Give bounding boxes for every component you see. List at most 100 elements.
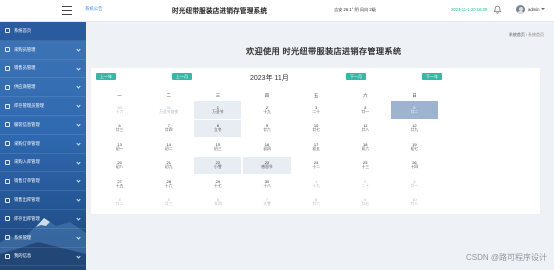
chevron-down-icon [76, 84, 81, 90]
calendar-day-cell[interactable]: 30 十六 [96, 101, 144, 119]
calendar-day-cell[interactable]: 21 初九 [145, 156, 193, 174]
calendar-day-cell[interactable]: 25 十三 [341, 156, 389, 174]
menu-item-icon [5, 65, 10, 71]
calendar-day-cell[interactable]: 6 廿三 [96, 119, 144, 137]
system-notice-link[interactable]: 系统公告 [85, 6, 103, 12]
sidebar-item-12[interactable]: 我的信息 [0, 248, 86, 267]
calendar-day-cell[interactable]: 1 十九 [292, 175, 340, 193]
calendar-day-cell[interactable]: 20 初八 [96, 156, 144, 174]
lunar-date-label: 二十 [361, 183, 370, 188]
calendar-day-cell[interactable]: 27 十五 [96, 175, 144, 193]
calendar-day-cell[interactable]: 28 十六 [145, 175, 193, 193]
calendar-day-cell[interactable]: 9 廿七 [341, 193, 389, 211]
lunar-date-label: 感恩节 [261, 165, 273, 170]
lunar-date-label: 十五 [115, 183, 124, 188]
sidebar-item-label: 销售订单管理 [14, 178, 40, 184]
calendar-day-cell[interactable]: 16 初四 [243, 138, 291, 156]
sidebar-item-7[interactable]: 采购入库管理 [0, 154, 86, 173]
calendar-day-cell[interactable]: 17 初五 [292, 138, 340, 156]
menu-item-icon [5, 47, 10, 53]
lunar-date-label: 大雪 [263, 202, 271, 207]
prev-month-button[interactable]: 上一月 [172, 73, 192, 80]
datetime-display: 2023-11-1 20:18:29 [451, 6, 488, 12]
menu-item-icon [5, 197, 10, 203]
breadcrumb-home-link[interactable]: 系统首页 [509, 32, 525, 37]
calendar-grid: 一二三四五六日 30 十六 31 万圣节前夜 1 万圣节 2 十九 3 二十 4 廿一 5 廿二 6 廿三 7 廿… [94, 90, 440, 212]
sidebar-item-label: 采购订单管理 [14, 140, 40, 146]
calendar-day-cell[interactable]: 18 初六 [341, 138, 389, 156]
top-bar: 系统公告 时光纽带服装店进销存管理系统 吉安 26.1° 阴 风向 2级 202… [0, 0, 554, 22]
prev-year-button[interactable]: 上一年 [96, 73, 116, 80]
calendar-day-cell[interactable]: 8 立冬 [194, 119, 242, 137]
calendar-day-cell[interactable]: 5 廿二 [390, 101, 438, 119]
calendar-day-cell[interactable]: 1 万圣节 [194, 101, 242, 119]
sidebar-item-1[interactable]: 采购员管理 [0, 41, 86, 60]
calendar-day-cell[interactable]: 11 廿八 [341, 119, 389, 137]
calendar-day-cell[interactable]: 14 初二 [145, 138, 193, 156]
calendar-day-cell[interactable]: 4 廿二 [96, 193, 144, 211]
lunar-date-label: 廿二 [115, 202, 124, 207]
next-year-button[interactable]: 下一年 [422, 73, 442, 80]
sidebar-item-11[interactable]: 系统管理 [0, 229, 86, 248]
calendar-day-cell[interactable]: 5 廿三 [145, 193, 193, 211]
user-dropdown-caret-icon[interactable] [541, 8, 545, 10]
calendar-day-cell[interactable]: 8 廿六 [292, 193, 340, 211]
calendar-day-cell[interactable]: 7 大雪 [243, 193, 291, 211]
sidebar-item-6[interactable]: 采购订单管理 [0, 135, 86, 154]
calendar-day-cell[interactable]: 4 廿一 [341, 101, 389, 119]
lunar-date-label: 廿六 [263, 128, 271, 133]
chevron-down-icon [76, 103, 81, 108]
username-label[interactable]: admin [528, 7, 539, 12]
lunar-date-label: 廿六 [312, 202, 320, 207]
sidebar-item-5[interactable]: 服装信息管理 [0, 116, 86, 135]
sidebar-item-label: 采购员管理 [14, 46, 36, 52]
calendar-day-cell[interactable]: 13 初一 [96, 138, 144, 156]
sidebar-item-0[interactable]: 系统首页 [0, 22, 86, 41]
sidebar-item-label: 销售出库管理 [14, 197, 40, 203]
sidebar-item-4[interactable]: 库存管理员管理 [0, 97, 86, 116]
calendar-day-cell[interactable]: 23 感恩节 [243, 156, 291, 174]
calendar-day-cell[interactable]: 6 廿四 [194, 193, 242, 211]
sidebar-item-10[interactable]: 库存出库管理 [0, 210, 86, 229]
menu-toggle-icon[interactable] [62, 6, 72, 15]
lunar-date-label: 万圣节 [212, 109, 224, 114]
calendar-week-row: 13 初一 14 初二 15 初三 16 初四 17 初五 18 初六 19 初七 [96, 138, 438, 156]
calendar-day-cell[interactable]: 9 廿六 [243, 119, 291, 137]
calendar-day-cell[interactable]: 22 小雪 [194, 156, 242, 174]
calendar-day-cell[interactable]: 26 十四 [390, 156, 438, 174]
sidebar-item-label: 库存出库管理 [14, 215, 40, 221]
lunar-date-label: 廿七 [312, 128, 320, 133]
calendar-day-cell[interactable]: 3 二十 [292, 101, 340, 119]
breadcrumb: 系统首页/系统首页 [509, 32, 544, 38]
lunar-date-label: 初六 [361, 146, 370, 151]
weather-info: 吉安 26.1° 阴 风向 2级 [334, 6, 376, 12]
calendar-day-cell[interactable]: 12 廿九 [390, 119, 438, 137]
calendar-day-cell[interactable]: 19 初七 [390, 138, 438, 156]
calendar-day-cell[interactable]: 2 十九 [243, 101, 291, 119]
calendar-day-cell[interactable]: 24 十二 [292, 156, 340, 174]
lunar-date-label: 初七 [410, 146, 419, 151]
calendar-day-cell[interactable]: 15 初三 [194, 138, 242, 156]
lunar-date-label: 廿八 [410, 202, 419, 207]
lunar-date-label: 初二 [164, 146, 173, 151]
calendar-day-cell[interactable]: 7 廿四 [145, 119, 193, 137]
calendar-day-cell[interactable]: 3 廿一 [390, 175, 438, 193]
sidebar-item-8[interactable]: 销售订单管理 [0, 172, 86, 192]
lunar-date-label: 十四 [410, 165, 419, 170]
sidebar-item-3[interactable]: 供应商管理 [0, 78, 86, 98]
calendar-day-cell[interactable]: 30 十八 [243, 175, 291, 193]
chevron-down-icon [76, 197, 81, 202]
calendar-day-cell[interactable]: 10 廿七 [292, 119, 340, 137]
calendar-day-cell[interactable]: 31 万圣节前夜 [145, 101, 193, 119]
calendar-day-cell[interactable]: 29 十七 [194, 175, 242, 193]
calendar-day-cell[interactable]: 2 二十 [341, 175, 389, 193]
user-avatar[interactable] [516, 5, 525, 14]
sidebar-item-9[interactable]: 销售出库管理 [0, 191, 86, 210]
next-month-button[interactable]: 下一月 [346, 73, 366, 80]
calendar-day-cell[interactable]: 10 廿八 [390, 193, 438, 211]
bell-icon[interactable] [493, 5, 502, 14]
sidebar-item-label: 采购入库管理 [14, 159, 40, 165]
menu-item-icon [5, 178, 10, 184]
sidebar-item-2[interactable]: 销售员管理 [0, 60, 86, 79]
breadcrumb-current: 系统首页 [528, 32, 544, 37]
